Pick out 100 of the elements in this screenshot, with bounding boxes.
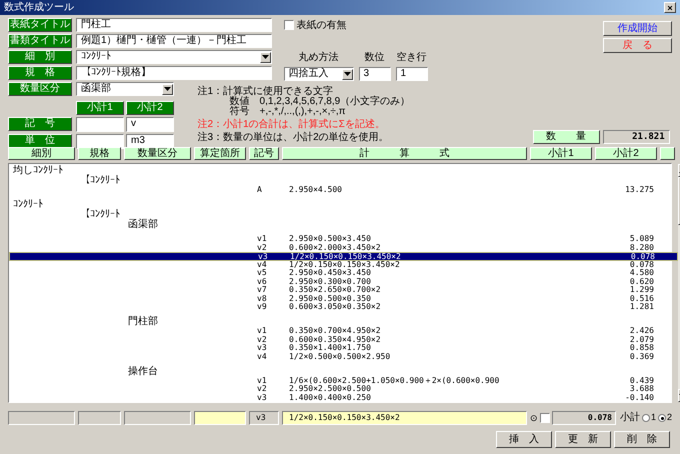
table-row[interactable]: v2 0.600×2.000×3.450×2 8.280 (9, 244, 678, 252)
formula-cell-text: 0.350×1.400×1.750 (288, 344, 372, 353)
radio-button[interactable] (658, 414, 666, 422)
input-field[interactable]: 【ｺﾝｸﾘｰﾄ規格】 (76, 66, 272, 80)
table-cell-text: 函渠部 (127, 220, 159, 230)
symbol-cell-text: v2 (256, 385, 268, 394)
checkbox[interactable] (284, 20, 294, 30)
symbol-cell-text: v1 (256, 376, 268, 385)
dropdown-field[interactable]: 四捨五入 (284, 67, 354, 81)
dropdown-field[interactable]: ｺﾝｸﾘｰﾄ (76, 50, 272, 64)
header-filler (660, 147, 675, 160)
result-field: 0.078 (552, 411, 616, 425)
symbol-cell-text: v3 (258, 253, 269, 262)
table-row[interactable]: v9 0.600×3.050×0.350×2 1.281 (9, 303, 678, 312)
input-field[interactable] (194, 411, 246, 425)
input-field[interactable]: m3 (126, 134, 174, 149)
symbol-cell-text: v2 (256, 244, 268, 252)
subtotal-cell-text: 0.078 (628, 260, 655, 269)
dropdown-button[interactable] (162, 84, 173, 94)
input-field[interactable]: 3 (358, 67, 391, 81)
table-row[interactable]: v2 2.950×2.500×0.500 3.688 (9, 385, 678, 394)
field-label: 空き行 (396, 52, 427, 64)
formula-cell-text: 1/6×(0.600×2.500+1.050×0.900＋2×(0.600×0.900 (288, 376, 500, 385)
table-row[interactable]: 門柱部 (9, 317, 678, 328)
column-header: 記号 (249, 147, 279, 160)
symbol-cell-text: v3 (256, 394, 268, 402)
table-row[interactable]: v1 0.350×0.700×4.950×2 2.426 (9, 327, 678, 336)
action-button[interactable]: 削 除 (614, 431, 670, 448)
formula-cell-text: 1/2×0.500×0.500×2.950 (288, 352, 392, 362)
input-field[interactable]: 1 (396, 67, 428, 81)
action-button[interactable]: 挿 入 (496, 431, 552, 448)
table-row[interactable]: A 2.950×4.500 13.275 (9, 186, 678, 194)
radio-option[interactable]: 2 (658, 411, 672, 425)
symbol-cell-text: v4 (256, 260, 268, 269)
dropdown-field[interactable]: 函渠部 (76, 82, 174, 96)
symbol-field[interactable]: v3 (249, 411, 279, 425)
subtotal-cell-text: 1.281 (628, 303, 655, 312)
input-field[interactable]: 例題1）樋門・樋管（一連）－門柱工 (76, 34, 272, 48)
table-row[interactable]: ｺﾝｸﾘｰﾄ (9, 200, 678, 210)
table-cell-text: 【ｺﾝｸﾘｰﾄ (79, 210, 121, 220)
table-row[interactable]: v3 1/2×0.150×0.150×3.450×2 0.078 (9, 252, 678, 261)
checkbox[interactable] (540, 413, 550, 423)
subtotal-cell-text: 0.439 (628, 376, 655, 385)
formula-cell-text: 1.400×0.400×0.250 (288, 394, 372, 402)
table-row[interactable]: v1 2.950×0.500×3.450 5.089 (9, 235, 678, 244)
note-text: 注1：計算式に使用できる文字 (198, 87, 334, 97)
table-row[interactable]: v5 2.950×0.450×3.450 4.580 (9, 269, 678, 278)
formula-cell-text: 2.950×2.500×0.500 (288, 385, 372, 394)
subtotal-cell-text: 0.078 (630, 253, 656, 262)
close-button[interactable]: × (664, 2, 676, 13)
table-cell-text: ｺﾝｸﾘｰﾄ (12, 200, 44, 210)
table-row[interactable]: v3 1.400×0.400×0.250 -0.140 (9, 394, 678, 402)
formula-cell-text: 0.600×2.000×3.450×2 (288, 244, 382, 252)
table-row[interactable]: 【ｺﾝｸﾘｰﾄ (9, 210, 678, 220)
field-label: 規 格 (8, 66, 72, 80)
start-button[interactable]: 作成開始 (602, 21, 672, 36)
caret-icon (344, 72, 351, 76)
table-row[interactable]: v4 1/2×0.500×0.500×2.950 0.369 (9, 352, 678, 362)
field-label: 書類タイトル (8, 34, 72, 48)
table-row[interactable]: 函渠部 (9, 220, 678, 230)
table-row[interactable]: 均しｺﾝｸﾘｰﾄ (9, 166, 678, 176)
symbol-cell-text: v1 (256, 235, 268, 244)
symbol-cell-text: v1 (256, 327, 268, 336)
table-row[interactable]: v4 1/2×0.150×0.150×3.450×2 0.078 (9, 260, 678, 270)
column-header: 小計1 (530, 147, 592, 160)
formula-field[interactable]: 1/2×0.150×0.150×3.450×2 (282, 411, 527, 425)
subtotal-cell-text: 0.620 (628, 278, 655, 286)
table-row[interactable]: v7 0.350×2.650×0.700×2 1.299 (9, 286, 678, 295)
table-row[interactable]: 【ｺﾝｸﾘｰﾄ (9, 176, 678, 186)
dropdown-button[interactable] (342, 68, 353, 80)
input-field[interactable]: 門柱工 (76, 18, 272, 32)
action-button[interactable]: 更 新 (555, 431, 611, 448)
table-row[interactable]: v2 0.600×0.350×4.950×2 2.079 (9, 336, 678, 344)
symbol-cell-text: A (256, 186, 263, 194)
table-cell-text: 【ｺﾝｸﾘｰﾄ (79, 176, 121, 186)
subtotal-cell-text: 13.275 (624, 186, 655, 194)
subtotal-cell-text: 1.299 (628, 286, 655, 295)
table-row[interactable]: v3 0.350×1.400×1.750 0.858 (9, 344, 678, 353)
table-row[interactable]: 操作台 (9, 366, 678, 376)
radio-option[interactable]: 1 (642, 411, 656, 425)
rounding-label: 丸め方法 (298, 52, 339, 64)
table-cell-text: 門柱部 (127, 317, 159, 328)
input-field[interactable] (76, 117, 124, 132)
note-text: 符号 +,-,*,/,..,(,),+,-,×,÷,π (228, 107, 346, 117)
window-title: 数式作成ツール (4, 2, 74, 14)
table-row[interactable]: v1 1/6×(0.600×2.500+1.050×0.900＋2×(0.600×0.900 0.439 (9, 376, 678, 385)
dropdown-button[interactable] (260, 52, 271, 62)
field-label: 細 別 (8, 50, 72, 64)
field-label: 数位 (364, 52, 385, 64)
input-field[interactable]: v (126, 117, 174, 132)
radio-button[interactable] (642, 414, 650, 422)
input-field[interactable] (8, 411, 75, 425)
caret-icon (164, 87, 171, 91)
subtotal-cell-text: 5.089 (628, 235, 655, 244)
input-field[interactable] (124, 411, 191, 425)
table-row[interactable]: v6 2.950×0.300×0.700 0.620 (9, 278, 678, 286)
table-row[interactable]: v8 2.950×0.500×0.350 0.516 (9, 294, 678, 304)
symbol-cell-text: v2 (256, 336, 268, 344)
column-header: 規格 (78, 147, 121, 160)
input-field[interactable] (78, 411, 121, 425)
